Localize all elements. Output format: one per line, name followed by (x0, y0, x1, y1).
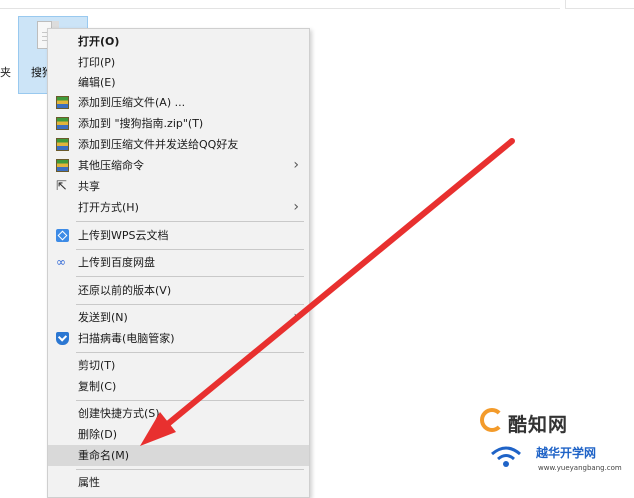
brand-logo-icon (480, 408, 504, 432)
arrow-shaft (155, 138, 515, 435)
watermark-brand: 酷知网 (508, 414, 569, 436)
wifi-logo-icon (491, 446, 521, 467)
arrow-head (140, 412, 176, 446)
watermark: 酷知网 越华开学网 www.yueyangbang.com (474, 404, 634, 481)
watermark-url: www.yueyangbang.com (538, 464, 622, 472)
watermark-brand-2: 越华开学网 (536, 446, 597, 460)
